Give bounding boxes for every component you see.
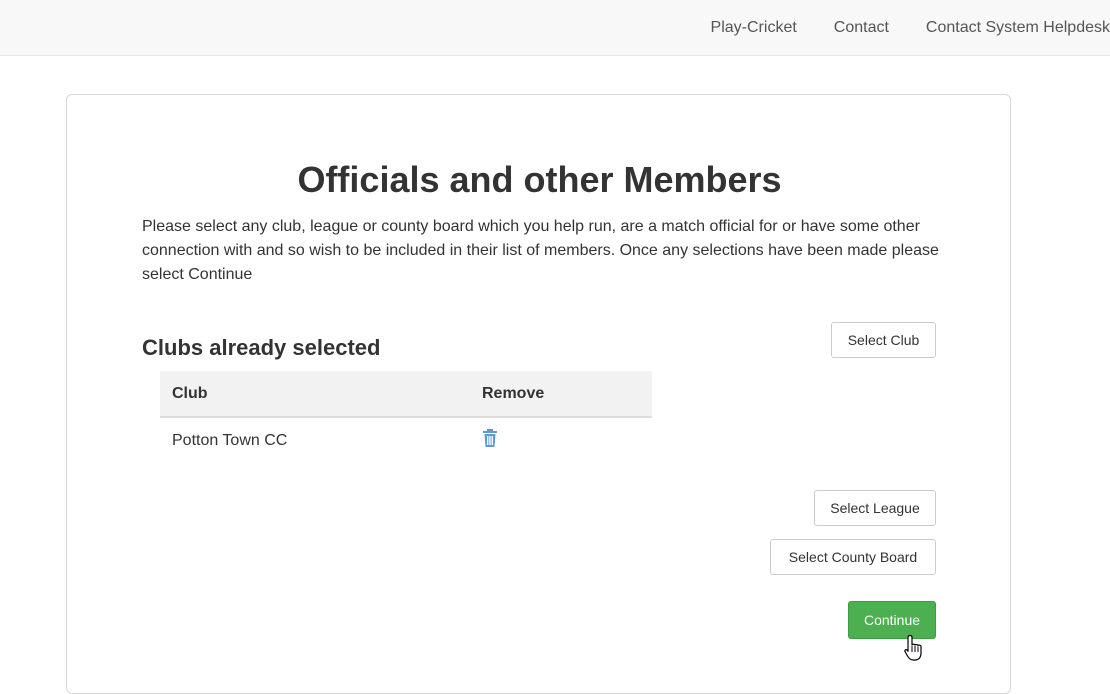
column-header-club: Club [160,371,470,418]
table-row: Potton Town CC [160,417,652,463]
clubs-table: Club Remove Potton Town CC [160,371,652,463]
top-nav: Play-Cricket Contact Contact System Help… [674,0,1110,56]
intro-text: Please select any club, league or county… [142,218,939,283]
column-header-remove: Remove [470,371,652,418]
hand-cursor-icon [903,634,925,662]
main-panel: Officials and other Members Please selec… [66,94,1011,694]
nav-link-play-cricket[interactable]: Play-Cricket [711,19,797,37]
clubs-section-title: Clubs already selected [142,335,381,360]
trash-icon[interactable] [482,429,498,447]
club-name-cell: Potton Town CC [172,431,288,449]
table-header-row: Club Remove [160,371,652,418]
nav-link-contact-helpdesk[interactable]: Contact System Helpdesk [926,19,1110,37]
top-navbar: Play-Cricket Contact Contact System Help… [0,0,1110,56]
nav-link-contact[interactable]: Contact [834,19,889,37]
page-title: Officials and other Members [297,159,782,200]
remove-cell [470,417,652,463]
select-county-board-button[interactable]: Select County Board [770,539,936,575]
select-club-button[interactable]: Select Club [831,322,936,358]
select-league-button[interactable]: Select League [814,490,936,526]
